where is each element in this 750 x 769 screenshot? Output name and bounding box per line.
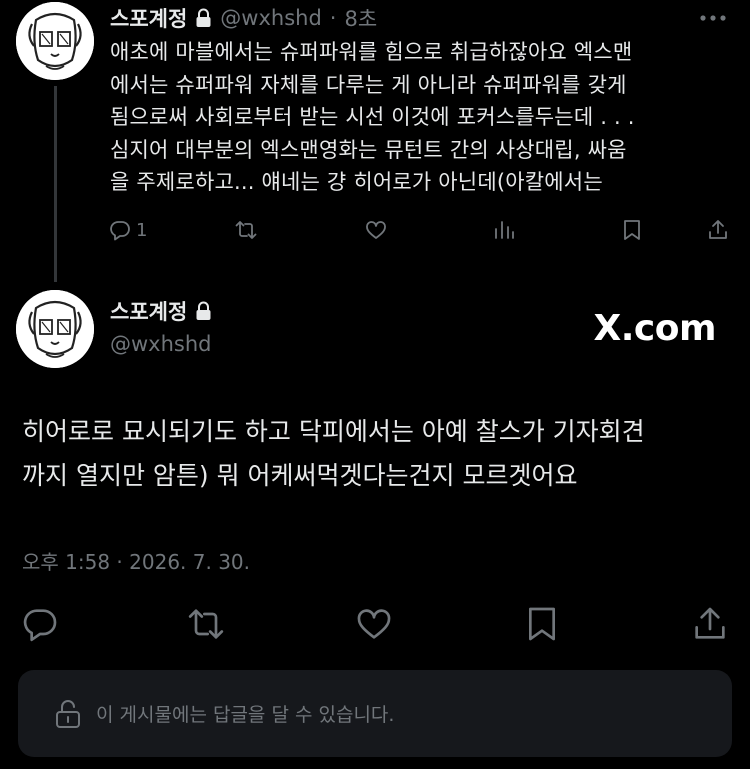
- avatar[interactable]: [16, 290, 94, 368]
- tweet-timestamp[interactable]: 오후 1:58 · 2026. 7. 30.: [22, 546, 250, 575]
- text-line: 심지어 대부분의 엑스맨영화는 뮤턴트 간의 사상대립, 싸움: [110, 137, 627, 162]
- lock-icon: [195, 301, 212, 321]
- handle[interactable]: @wxhshd: [220, 6, 322, 30]
- reply-actions: 1: [108, 218, 733, 250]
- reply-restriction-text: 이 게시물에는 답글을 달 수 있습니다.: [96, 704, 395, 726]
- reply-tweet[interactable]: 스포계정 @wxhshd · 8초 애초에 마블에서는 슈퍼파워를 힘으로 취급…: [0, 0, 750, 260]
- main-tweet-header: 스포계정: [110, 296, 212, 326]
- text-line: 에서는 슈퍼파워 자체를 다루는 게 아니라 슈퍼파워를 갖게: [110, 72, 627, 97]
- handle[interactable]: @wxhshd: [110, 332, 212, 356]
- reply-tweet-text: 애초에 마블에서는 슈퍼파워를 힘으로 취급하잖아요 엑스맨 에서는 슈퍼파워 …: [110, 36, 725, 199]
- retweet-button[interactable]: [186, 604, 226, 644]
- reply-icon: [20, 604, 60, 644]
- bookmark-button[interactable]: [522, 604, 562, 644]
- share-icon: [706, 218, 730, 242]
- text-line: 을 주제로하고... 얘네는 걍 히어로가 아닌데(아칼에서는: [110, 170, 603, 194]
- unlock-icon: [54, 699, 82, 729]
- avatar[interactable]: [16, 2, 94, 80]
- share-button[interactable]: [706, 218, 730, 242]
- text-line: 됨으로써 사회로부터 받는 시선 이것에 포커스를두는데 . . .: [110, 105, 635, 129]
- like-icon: [354, 604, 394, 644]
- main-tweet-actions: [0, 604, 750, 650]
- bookmark-button[interactable]: [620, 218, 644, 242]
- more-icon[interactable]: [698, 8, 728, 28]
- display-name[interactable]: 스포계정: [110, 296, 187, 326]
- reply-icon: [108, 218, 132, 242]
- display-name[interactable]: 스포계정: [110, 3, 187, 33]
- reply-count: 1: [136, 219, 148, 241]
- like-button[interactable]: [354, 604, 394, 644]
- reply-button[interactable]: [20, 604, 60, 644]
- like-button[interactable]: [364, 218, 388, 242]
- text-line: 까지 열지만 암튼) 뭐 어케써먹겟다는건지 모르겟어요: [22, 461, 578, 490]
- reply-restriction-bar: 이 게시물에는 답글을 달 수 있습니다.: [18, 670, 732, 757]
- share-button[interactable]: [690, 604, 730, 644]
- reply-header: 스포계정 @wxhshd · 8초: [110, 2, 377, 34]
- bookmark-icon: [522, 604, 562, 644]
- retweet-icon: [234, 218, 258, 242]
- retweet-button[interactable]: [234, 218, 258, 242]
- bookmark-icon: [620, 218, 644, 242]
- lock-icon: [195, 8, 212, 28]
- views-icon: [492, 218, 516, 242]
- share-icon: [690, 604, 730, 644]
- views-button[interactable]: [492, 218, 516, 242]
- text-line: 애초에 마블에서는 슈퍼파워를 힘으로 취급하잖아요 엑스맨: [110, 40, 633, 64]
- text-line: 히어로로 묘시되기도 하고 닥피에서는 아예 찰스가 기자회견: [22, 417, 645, 446]
- retweet-icon: [186, 604, 226, 644]
- time-separator: ·: [329, 6, 337, 30]
- main-tweet-text: 히어로로 묘시되기도 하고 닥피에서는 아예 찰스가 기자회견 까지 열지만 암…: [22, 410, 732, 498]
- like-icon: [364, 218, 388, 242]
- x-com-watermark: X.com: [593, 308, 716, 349]
- reply-button[interactable]: 1: [108, 218, 147, 242]
- time-ago[interactable]: 8초: [344, 3, 377, 33]
